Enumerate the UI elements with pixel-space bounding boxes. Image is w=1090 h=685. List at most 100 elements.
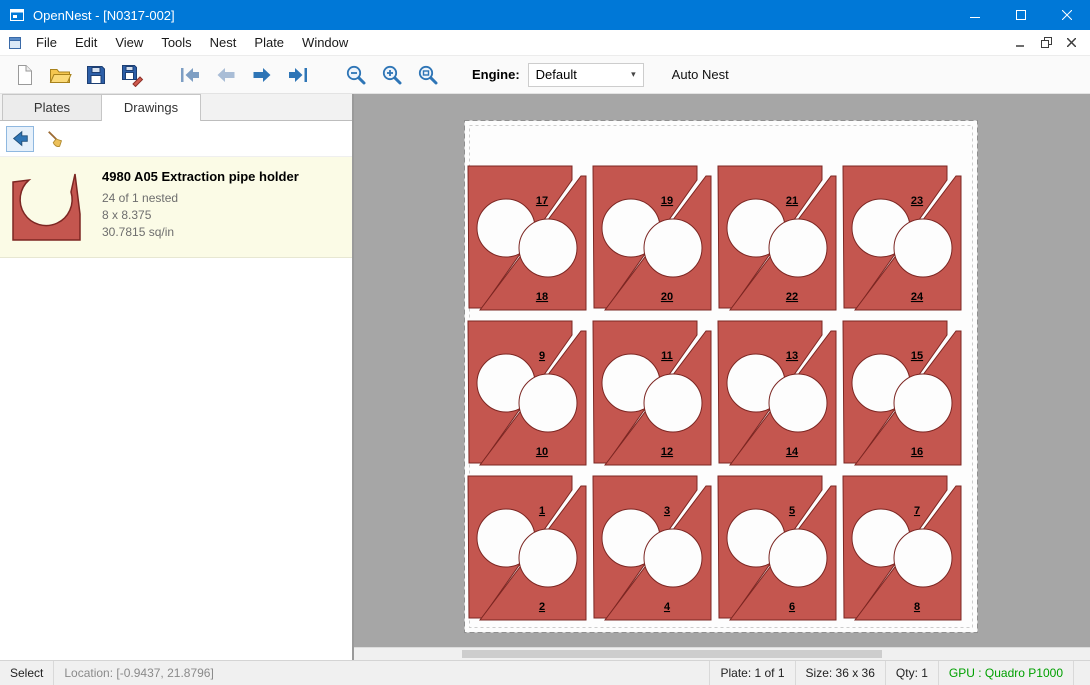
thumb-part-path [13, 174, 80, 240]
part-number-label: 4 [664, 601, 671, 613]
auto-nest-button[interactable]: Auto Nest [664, 63, 737, 86]
clean-button[interactable] [42, 126, 70, 152]
menu-item-tools[interactable]: Tools [152, 31, 200, 54]
part-number-label: 8 [914, 601, 920, 613]
open-folder-icon [48, 63, 72, 87]
broom-icon [46, 129, 66, 149]
scrollbar-thumb[interactable] [462, 650, 882, 658]
status-gpu: GPU : Quadro P1000 [939, 661, 1073, 685]
part-number-label: 21 [786, 195, 798, 207]
part-notch [769, 219, 827, 277]
close-button[interactable] [1044, 0, 1090, 30]
last-plate-button[interactable] [282, 59, 314, 91]
save-as-button[interactable] [116, 59, 148, 91]
close-icon [1062, 10, 1072, 20]
document-icon [7, 35, 23, 51]
part-number-label: 23 [911, 195, 923, 207]
back-arrow-icon [10, 129, 30, 149]
maximize-icon [1016, 10, 1026, 20]
mdi-restore-button[interactable] [1035, 33, 1057, 53]
menu-item-window[interactable]: Window [293, 31, 357, 54]
part-number-label: 12 [661, 446, 673, 458]
status-mode: Select [0, 661, 53, 685]
status-bar: Select Location: [-0.9437, 21.8796] Plat… [0, 660, 1090, 685]
main-area: PlatesDrawings 4980 A05 Extrac [0, 94, 1090, 660]
status-qty: Qty: 1 [886, 661, 938, 685]
engine-label: Engine: [472, 67, 520, 82]
new-file-icon [12, 63, 36, 87]
tab-strip: PlatesDrawings [0, 94, 352, 121]
next-plate-button[interactable] [246, 59, 278, 91]
part-number-label: 9 [539, 350, 545, 362]
engine-select[interactable]: Default ▾ [528, 63, 644, 87]
previous-plate-button[interactable] [210, 59, 242, 91]
first-plate-button[interactable] [174, 59, 206, 91]
part-number-label: 6 [789, 601, 795, 613]
zoom-out-button[interactable] [340, 59, 372, 91]
menu-item-file[interactable]: File [27, 31, 66, 54]
menu-bar: FileEditViewToolsNestPlateWindow [0, 30, 1090, 56]
zoom-in-button[interactable] [376, 59, 408, 91]
left-panel: PlatesDrawings 4980 A05 Extrac [0, 94, 352, 660]
back-button[interactable] [6, 126, 34, 152]
mdi-minimize-button[interactable] [1010, 33, 1032, 53]
mdi-close-button[interactable] [1060, 33, 1082, 53]
part-notch [644, 529, 702, 587]
mdi-minimize-icon [1016, 38, 1026, 48]
part-notch [894, 529, 952, 587]
part-number-label: 24 [911, 291, 924, 303]
part-notch [519, 374, 577, 432]
menu-item-plate[interactable]: Plate [245, 31, 293, 54]
save-button[interactable] [80, 59, 112, 91]
drawing-size: 8 x 8.375 [102, 207, 299, 224]
part-number-label: 19 [661, 195, 673, 207]
save-icon [84, 63, 108, 87]
horizontal-scrollbar[interactable] [354, 647, 1090, 660]
part-number-label: 16 [911, 446, 923, 458]
part-notch [894, 219, 952, 277]
drawings-toolbar [0, 121, 352, 157]
status-plate: Plate: 1 of 1 [710, 661, 794, 685]
status-location: Location: [-0.9437, 21.8796] [54, 661, 223, 685]
mdi-restore-icon [1041, 37, 1052, 48]
resize-grip[interactable] [1074, 661, 1090, 685]
window-title: OpenNest - [N0317-002] [33, 8, 952, 23]
part-number-label: 15 [911, 350, 923, 362]
part-number-label: 11 [661, 350, 673, 362]
drawing-area: 30.7815 sq/in [102, 224, 299, 241]
zoom-fit-button[interactable] [412, 59, 444, 91]
minimize-icon [970, 10, 980, 20]
last-arrow-icon [286, 63, 310, 87]
previous-arrow-icon [214, 63, 238, 87]
plate-svg: 171819202122232491011121314151612345678 [464, 120, 978, 633]
part-number-label: 18 [536, 291, 548, 303]
part-number-label: 13 [786, 350, 798, 362]
part-number-label: 5 [789, 505, 795, 517]
part-notch [894, 374, 952, 432]
tab-plates[interactable]: Plates [2, 94, 102, 120]
menu-item-view[interactable]: View [106, 31, 152, 54]
app-icon [9, 7, 25, 23]
part-number-label: 1 [539, 505, 545, 517]
drawing-item-text: 4980 A05 Extraction pipe holder 24 of 1 … [102, 167, 299, 245]
part-notch [519, 529, 577, 587]
save-edit-icon [120, 63, 144, 87]
zoom-in-icon [380, 63, 404, 87]
new-button[interactable] [8, 59, 40, 91]
plate-nav-group [172, 59, 316, 91]
first-arrow-icon [178, 63, 202, 87]
tab-drawings[interactable]: Drawings [101, 94, 201, 121]
nest-canvas[interactable]: 171819202122232491011121314151612345678 [354, 94, 1090, 660]
menu-item-nest[interactable]: Nest [201, 31, 246, 54]
next-arrow-icon [250, 63, 274, 87]
part-thumbnail [8, 167, 86, 245]
drawing-list-item[interactable]: 4980 A05 Extraction pipe holder 24 of 1 … [0, 157, 352, 258]
maximize-button[interactable] [998, 0, 1044, 30]
part-notch [769, 529, 827, 587]
file-button-group [6, 59, 150, 91]
part-notch [644, 219, 702, 277]
status-size: Size: 36 x 36 [796, 661, 885, 685]
open-button[interactable] [44, 59, 76, 91]
menu-item-edit[interactable]: Edit [66, 31, 106, 54]
minimize-button[interactable] [952, 0, 998, 30]
